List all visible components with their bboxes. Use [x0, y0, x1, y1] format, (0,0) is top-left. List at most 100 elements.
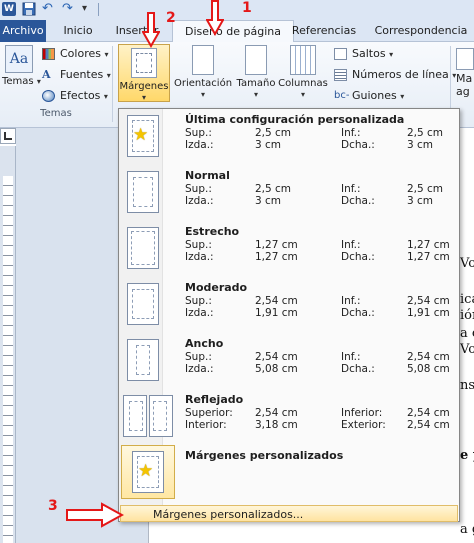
tab-referencias[interactable]: Referencias: [288, 20, 360, 42]
title-bar: W ↶ ↷ ▾: [0, 0, 474, 20]
document-text: Vo: [460, 342, 474, 357]
normal-margins-thumbnail: [127, 171, 159, 213]
colores-button[interactable]: Colores ▾: [42, 45, 109, 63]
menu-item-title: Estrecho: [185, 225, 240, 238]
efectos-button[interactable]: Efectos ▾: [42, 87, 108, 105]
margin-value: 2,54 cm: [407, 407, 450, 419]
menu-item-ultima-configuracion[interactable]: ★ Última configuración personalizada Sup…: [119, 111, 459, 167]
ruler-scale: [3, 176, 13, 543]
saltos-icon: [334, 48, 347, 60]
menu-item-title: Ancho: [185, 337, 224, 350]
annotation-number-2: 2: [166, 10, 176, 26]
orientacion-label: Orientación: [174, 78, 233, 89]
tab-correspondencia[interactable]: Correspondencia: [368, 20, 474, 42]
margin-value: 2,5 cm: [407, 183, 444, 195]
tab-diseno-de-pagina[interactable]: Diseño de página: [172, 20, 294, 43]
columnas-label: Columnas: [278, 78, 328, 89]
ribbon-tabs: Archivo Inicio Insertar Diseño de página…: [0, 20, 474, 43]
margin-value: 5,08 cm: [255, 363, 298, 375]
menu-item-margenes-personalizados[interactable]: Márgenes personalizados: [119, 447, 459, 487]
custom-margins-thumbnail: ★: [127, 115, 159, 157]
margin-label: Interior:: [185, 419, 227, 431]
tab-inicio[interactable]: Inicio: [56, 20, 100, 42]
margenes-personalizados-command[interactable]: Márgenes personalizados...: [120, 505, 458, 522]
document-text: Vo: [460, 256, 474, 271]
document-text: ión: [460, 308, 474, 323]
star-icon: ★: [133, 125, 149, 145]
margin-value: 3 cm: [407, 195, 434, 207]
orientacion-icon: [192, 45, 214, 75]
tamano-label: Tamaño: [236, 78, 276, 89]
watermark-label[interactable]: Ma ag: [456, 72, 472, 98]
margin-label: Dcha.:: [341, 307, 375, 319]
menu-item-title: Última configuración personalizada: [185, 113, 405, 126]
margin-label: Sup.:: [185, 183, 212, 195]
margin-value: 1,27 cm: [407, 239, 450, 251]
tab-stop-icon: [4, 132, 12, 140]
margin-value: 2,54 cm: [255, 295, 298, 307]
columnas-button[interactable]: Columnas ▾: [278, 45, 328, 101]
line-numbers-icon: [334, 69, 347, 81]
margin-value: 2,54 cm: [407, 351, 450, 363]
word-app-icon[interactable]: W: [2, 2, 16, 16]
margin-value: 3 cm: [407, 139, 434, 151]
document-text: ica: [460, 292, 474, 307]
orientacion-button[interactable]: Orientación ▾: [174, 45, 232, 101]
tab-selector[interactable]: [0, 128, 16, 144]
margin-value: 3,18 cm: [255, 419, 298, 431]
margin-label: Superior:: [185, 407, 233, 419]
menu-item-estrecho[interactable]: Estrecho Sup.: 1,27 cm Inf.: 1,27 cm Izd…: [119, 223, 459, 279]
menu-item-ancho[interactable]: Ancho Sup.: 2,54 cm Inf.: 2,54 cm Izda.:…: [119, 335, 459, 391]
margin-value: 1,91 cm: [407, 307, 450, 319]
margin-value: 3 cm: [255, 195, 282, 207]
menu-item-title: Reflejado: [185, 393, 244, 406]
undo-icon[interactable]: ↶: [42, 2, 56, 16]
numeros-de-linea-button[interactable]: Números de línea ▾: [334, 66, 456, 84]
margin-value: 1,27 cm: [255, 239, 298, 251]
temas-button[interactable]: Aa Temas ▾: [2, 45, 41, 101]
tamano-button[interactable]: Tamaño ▾: [236, 45, 276, 101]
redo-icon[interactable]: ↷: [62, 2, 76, 16]
hyphenation-icon: bc-: [334, 90, 350, 101]
margin-label: Inf.:: [341, 183, 361, 195]
mirrored-margins-thumbnail-right: [149, 395, 173, 437]
margin-value: 3 cm: [255, 139, 282, 151]
margin-label: Dcha.:: [341, 251, 375, 263]
margin-value: 1,27 cm: [407, 251, 450, 263]
margins-menu: ★ Última configuración personalizada Sup…: [118, 108, 460, 522]
margin-value: 2,54 cm: [255, 407, 298, 419]
watermark-icon[interactable]: [456, 48, 474, 70]
margin-label: Dcha.:: [341, 195, 375, 207]
chevron-down-icon: ▾: [141, 93, 146, 102]
guiones-button[interactable]: bc- Guiones ▾: [334, 87, 404, 105]
margin-value: 2,5 cm: [255, 127, 292, 139]
margin-label: Sup.:: [185, 127, 212, 139]
document-text: ns c: [460, 378, 474, 393]
margenes-button[interactable]: Márgenes ▾: [118, 44, 170, 102]
customize-toolbar-icon[interactable]: ▾: [82, 2, 96, 16]
fuentes-button[interactable]: A Fuentes ▾: [42, 66, 111, 84]
save-icon[interactable]: [22, 2, 36, 16]
separator: [98, 3, 99, 16]
margin-label: Sup.:: [185, 239, 212, 251]
efectos-icon: [42, 90, 55, 102]
margin-value: 2,5 cm: [255, 183, 292, 195]
margin-label: Dcha.:: [341, 363, 375, 375]
margin-label: Inf.:: [341, 295, 361, 307]
saltos-button[interactable]: Saltos ▾: [334, 45, 393, 63]
tab-archivo[interactable]: Archivo: [0, 20, 46, 42]
colores-icon: [42, 48, 55, 60]
margin-label: Inf.:: [341, 351, 361, 363]
menu-item-reflejado[interactable]: Reflejado Superior: 2,54 cm Inferior: 2,…: [119, 391, 459, 447]
menu-item-title: Márgenes personalizados: [185, 449, 344, 462]
margin-label: Izda.:: [185, 195, 214, 207]
margin-label: Izda.:: [185, 139, 214, 151]
wide-margins-thumbnail: [127, 339, 159, 381]
menu-item-normal[interactable]: Normal Sup.: 2,5 cm Inf.: 2,5 cm Izda.: …: [119, 167, 459, 223]
command-label: Márgenes personalizados...: [153, 508, 304, 521]
menu-item-moderado[interactable]: Moderado Sup.: 2,54 cm Inf.: 2,54 cm Izd…: [119, 279, 459, 335]
margin-label: Sup.:: [185, 295, 212, 307]
red-arrow-right-icon: [66, 502, 124, 528]
vertical-ruler[interactable]: [0, 146, 16, 543]
chevron-down-icon: ▾: [300, 90, 305, 99]
